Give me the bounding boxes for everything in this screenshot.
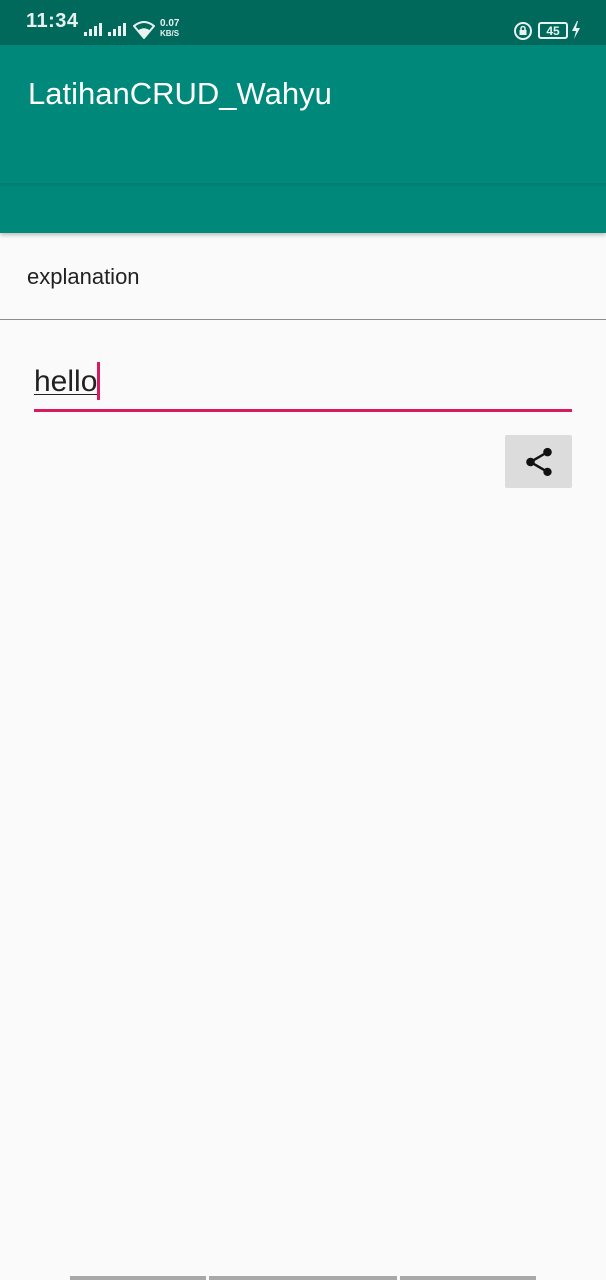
text-input-field[interactable]: hello <box>34 362 572 412</box>
share-icon <box>525 447 552 476</box>
app-title: LatihanCRUD_Wahyu <box>28 76 332 111</box>
nav-gesture-bar[interactable] <box>70 1276 206 1280</box>
nav-gesture-bar[interactable] <box>400 1276 536 1280</box>
signal-icon <box>84 22 102 36</box>
status-bar: 11:34 0.07 KB/S 45 <box>0 0 606 45</box>
input-underline <box>34 409 572 412</box>
share-button[interactable] <box>505 435 572 488</box>
toolbar-shadow <box>0 183 606 187</box>
divider <box>0 319 606 320</box>
text-cursor <box>97 362 101 400</box>
explanation-label: explanation <box>27 264 140 289</box>
battery-icon: 45 <box>538 22 568 39</box>
signal-icon <box>108 22 126 36</box>
text-input-value[interactable]: hello <box>34 365 97 398</box>
wifi-icon <box>133 21 155 39</box>
nav-gesture-bar[interactable] <box>209 1276 397 1280</box>
charging-icon <box>572 21 580 39</box>
battery-level: 45 <box>546 23 560 38</box>
net-speed: 0.07 KB/S <box>160 19 179 39</box>
status-time: 11:34 <box>26 10 79 32</box>
rotation-lock-icon <box>514 22 532 40</box>
net-speed-value: 0.07 <box>160 18 180 29</box>
app-bar: LatihanCRUD_Wahyu <box>0 45 606 233</box>
net-speed-unit: KB/S <box>160 29 180 38</box>
